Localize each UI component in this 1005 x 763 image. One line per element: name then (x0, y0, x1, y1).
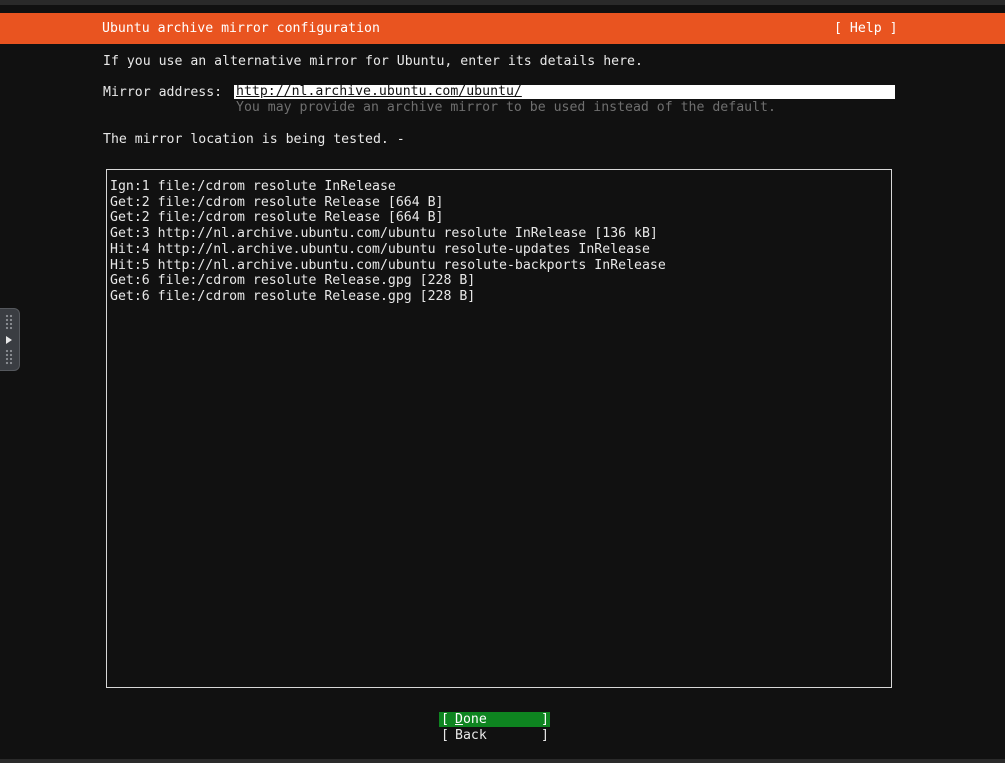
log-line: Ign:1 file:/cdrom resolute InRelease (110, 179, 396, 194)
drag-handle-icon (5, 349, 14, 365)
mirror-address-hint: You may provide an archive mirror to be … (236, 100, 776, 115)
log-line: Get:2 file:/cdrom resolute Release [664 … (110, 194, 444, 210)
done-button[interactable]: [ Done ] (439, 712, 550, 727)
back-label: Back (455, 728, 487, 743)
log-lines: Ign:1 file:/cdrom resolute InRelease Get… (110, 179, 666, 305)
back-bracket-close: ] (541, 728, 549, 743)
drag-handle-icon (5, 314, 14, 330)
mirror-test-log[interactable]: Ign:1 file:/cdrom resolute InRelease Get… (106, 169, 892, 688)
log-line: Get:2 file:/cdrom resolute Release [664 … (110, 210, 444, 226)
done-bracket-close: ] (541, 712, 549, 727)
window-bottom-strip (0, 759, 1005, 763)
intro-text: If you use an alternative mirror for Ubu… (103, 54, 643, 69)
log-line: Hit:5 http://nl.archive.ubuntu.com/ubunt… (110, 257, 666, 273)
log-line: Hit:4 http://nl.archive.ubuntu.com/ubunt… (110, 241, 650, 257)
done-hotkey: D (455, 712, 463, 727)
mirror-address-label: Mirror address: (103, 85, 223, 100)
done-bracket-open: [ (441, 712, 449, 727)
page-title: Ubuntu archive mirror configuration (102, 21, 380, 36)
log-line: Get:6 file:/cdrom resolute Release.gpg [… (110, 273, 476, 289)
log-line: Get:3 http://nl.archive.ubuntu.com/ubunt… (110, 226, 658, 242)
play-arrow-icon (6, 336, 12, 344)
done-label: Done (455, 712, 487, 727)
help-button[interactable]: [ Help ] (834, 22, 898, 36)
back-bracket-open: [ (441, 728, 449, 743)
back-button[interactable]: [ Back ] (439, 728, 550, 743)
done-label-rest: one (462, 712, 487, 727)
mirror-test-status: The mirror location is being tested. - (103, 132, 405, 147)
mirror-address-value: http://nl.archive.ubuntu.com/ubuntu/ (236, 85, 522, 99)
title-bar: Ubuntu archive mirror configuration [ He… (0, 13, 1005, 44)
log-line: Get:6 file:/cdrom resolute Release.gpg [… (110, 288, 476, 304)
side-panel-toggle[interactable] (0, 308, 20, 371)
window-top-strip (0, 0, 1005, 5)
mirror-address-input[interactable]: http://nl.archive.ubuntu.com/ubuntu/ (234, 85, 895, 99)
